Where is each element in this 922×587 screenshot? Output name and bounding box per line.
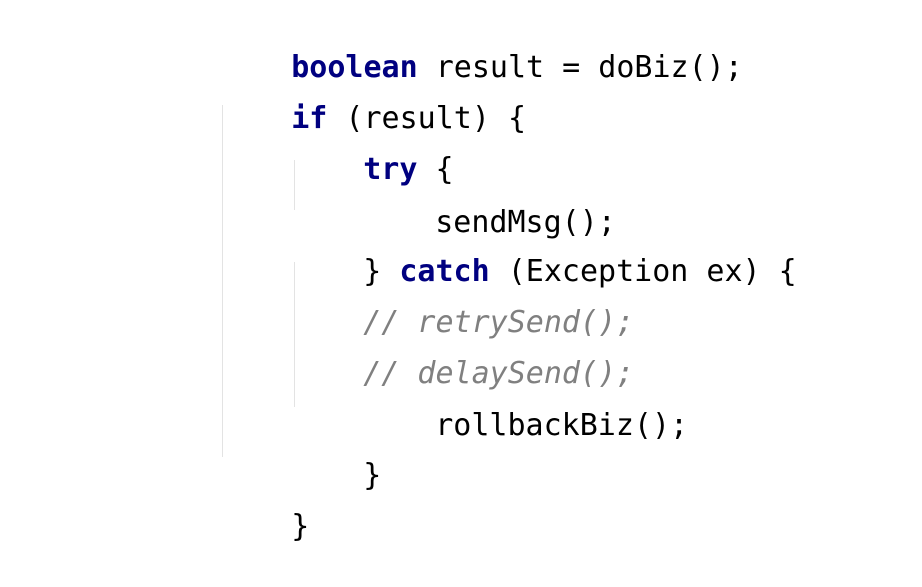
closing-brace: }: [363, 458, 382, 493]
code-line-7: // delaySend();: [291, 314, 634, 391]
code-editor: boolean result = doBiz(); if (result) { …: [0, 0, 922, 547]
code-line-8: rollbackBiz();: [363, 366, 688, 443]
code-line-4: sendMsg();: [363, 163, 616, 240]
code-line-2: if (result) {: [219, 59, 526, 136]
code-line-3: try {: [291, 110, 453, 187]
code-line-10: }: [219, 467, 309, 544]
code-line-5: } catch (Exception ex) {: [291, 212, 796, 289]
code-line-9: }: [291, 416, 381, 493]
closing-brace: }: [291, 509, 310, 544]
code-line-6: // retrySend();: [291, 263, 634, 340]
code-text: rollbackBiz();: [435, 408, 689, 443]
code-line-1: boolean result = doBiz();: [219, 8, 743, 85]
